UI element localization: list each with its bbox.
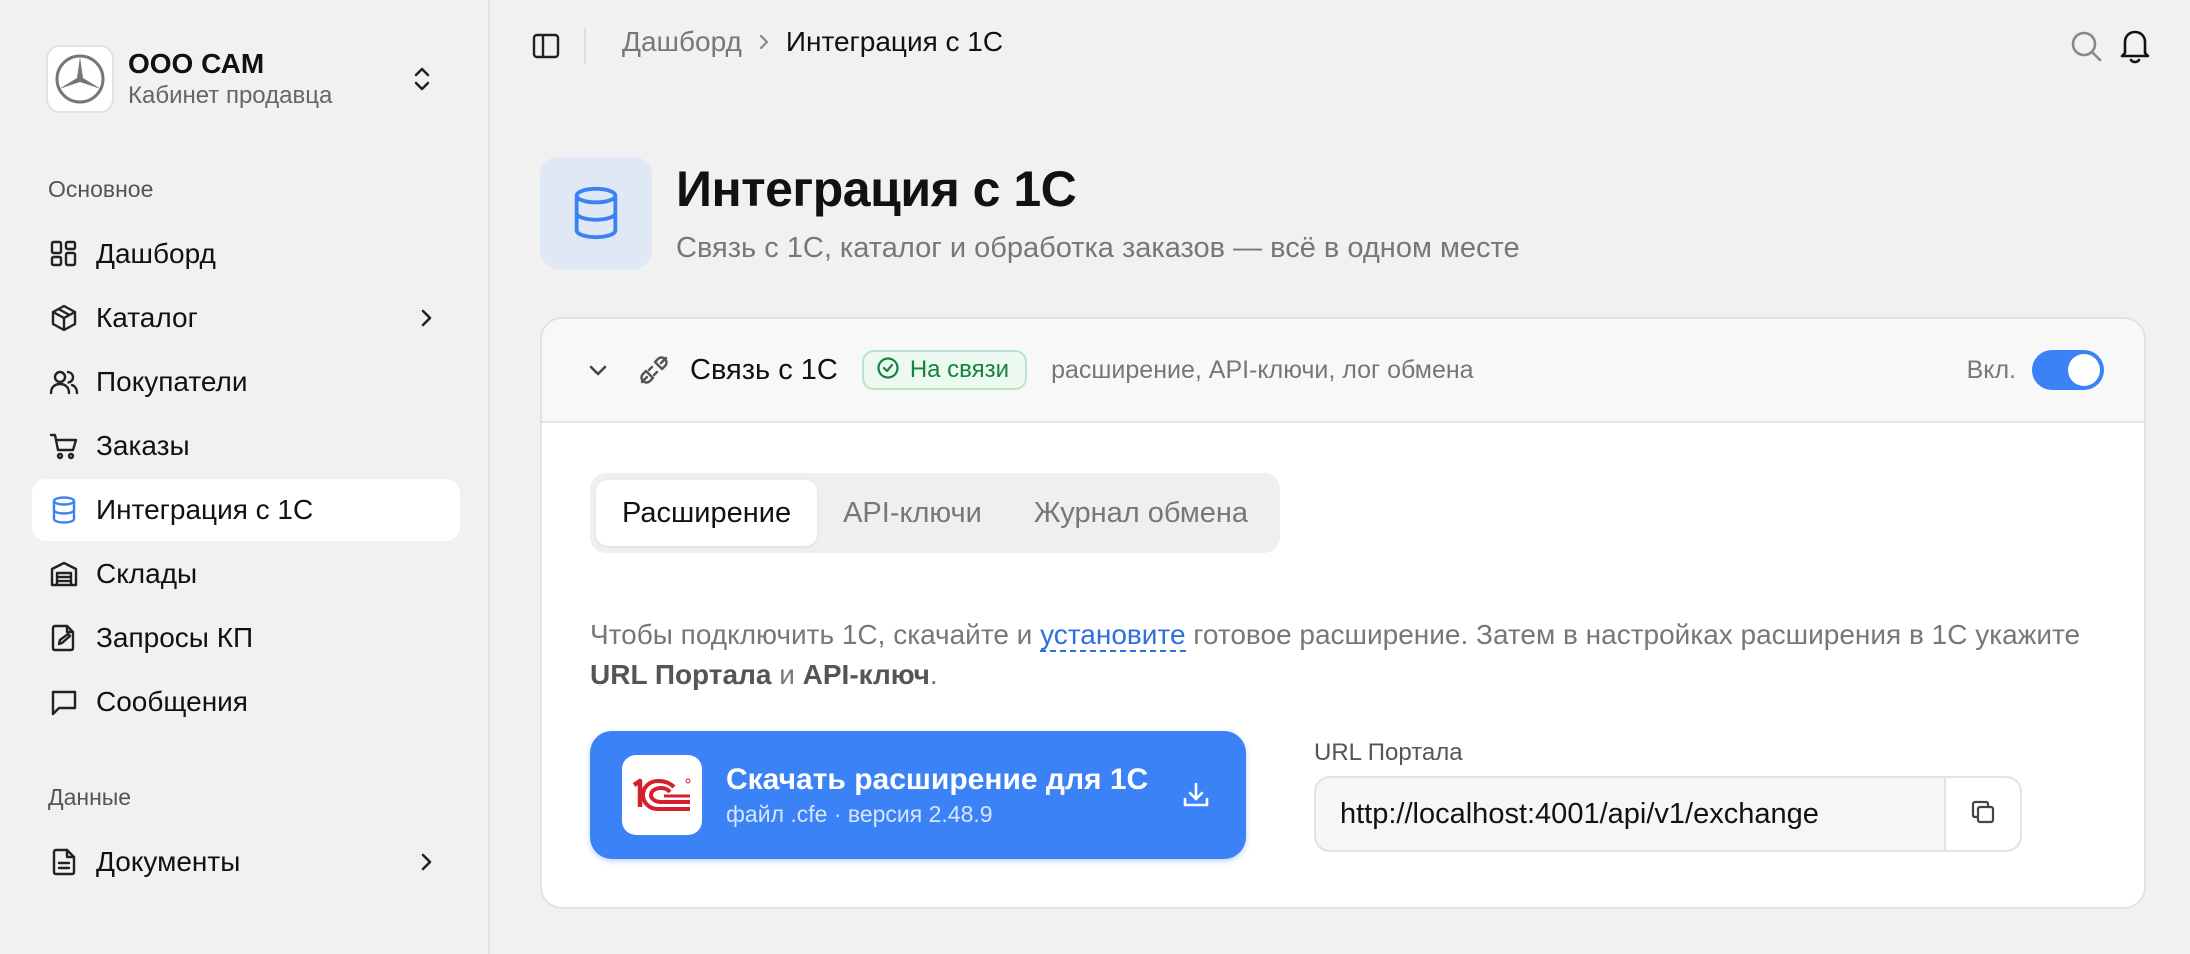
sidebar-item-label: Каталог — [96, 302, 198, 333]
document-icon — [48, 846, 80, 878]
sidebar-item-label: Покупатели — [96, 366, 248, 397]
sidebar-toggle-icon[interactable] — [528, 28, 564, 64]
sidebar: ООО САМ Кабинет продавца Основное Дашбор… — [0, 0, 490, 954]
onec-logo-icon — [622, 755, 702, 835]
sidebar-item-label: Документы — [96, 846, 241, 877]
instructions-bold: URL Портала — [590, 659, 772, 690]
instructions-text: Чтобы подключить 1С, скачайте и установи… — [590, 615, 2110, 695]
check-circle-icon — [876, 356, 900, 385]
toggle-knob — [2068, 354, 2100, 386]
page-database-icon — [540, 157, 652, 269]
url-label: URL Портала — [1314, 739, 1463, 766]
topbar-divider — [584, 28, 586, 64]
warehouse-icon — [48, 558, 80, 590]
download-icon — [1176, 775, 1216, 815]
company-subtitle: Кабинет продавца — [128, 82, 333, 109]
card-description: расширение, API-ключи, лог обмена — [1051, 355, 1474, 384]
card-header[interactable]: Связь с 1С На связи расширение, API-ключ… — [542, 319, 2144, 423]
chevron-right-icon — [410, 302, 442, 334]
sidebar-item-integration-1c[interactable]: Интеграция с 1С — [32, 479, 460, 541]
copy-icon — [1969, 798, 1997, 831]
instructions-part: Чтобы подключить 1С, скачайте и — [590, 619, 1041, 650]
instructions-part: . — [929, 659, 938, 690]
card-title: Связь с 1С — [690, 353, 838, 386]
chevron-right-icon — [410, 846, 442, 878]
copy-url-button[interactable] — [1944, 776, 2022, 852]
enable-toggle[interactable] — [2032, 350, 2104, 390]
sidebar-item-dashboard[interactable]: Дашборд — [32, 223, 460, 285]
download-subtitle: файл .cfe · версия 2.48.9 — [726, 801, 993, 827]
status-text: На связи — [909, 356, 1010, 383]
sidebar-item-label: Запросы КП — [96, 622, 254, 653]
chevron-right-icon — [756, 32, 772, 52]
tab-exchange-log[interactable]: Журнал обмена — [1008, 480, 1274, 546]
sidebar-item-label: Заказы — [96, 430, 190, 461]
org-switcher[interactable]: ООО САМ Кабинет продавца — [46, 42, 456, 116]
instructions-part: и — [771, 659, 803, 690]
switch-label: Вкл. — [1966, 355, 2016, 384]
sidebar-item-orders[interactable]: Заказы — [32, 415, 460, 477]
topbar: Дашборд Интеграция с 1С — [492, 0, 2190, 92]
portal-url-field[interactable]: http://localhost:4001/api/v1/exchange — [1314, 776, 1946, 852]
search-icon[interactable] — [2066, 26, 2106, 66]
dashboard-icon — [48, 238, 80, 270]
status-badge: На связи — [861, 350, 1028, 390]
tab-list: Расширение API-ключи Журнал обмена — [590, 473, 1281, 553]
users-icon — [48, 366, 80, 398]
plug-icon — [636, 352, 672, 388]
chevron-down-icon[interactable] — [580, 352, 616, 388]
instructions-bold: API-ключ — [802, 659, 930, 690]
sidebar-item-documents[interactable]: Документы — [32, 831, 460, 893]
page-subtitle: Связь с 1С, каталог и обработка заказов … — [676, 232, 1520, 264]
file-edit-icon — [48, 622, 80, 654]
sidebar-item-messages[interactable]: Сообщения — [32, 671, 460, 733]
download-title: Скачать расширение для 1С — [726, 763, 1149, 796]
sidebar-item-customers[interactable]: Покупатели — [32, 351, 460, 413]
page-title: Интеграция с 1С — [676, 161, 1077, 217]
tab-api-keys[interactable]: API-ключи — [817, 480, 1008, 546]
integration-card: Связь с 1С На связи расширение, API-ключ… — [540, 317, 2146, 909]
instructions-part: готовое расширение. Затем в настройках р… — [1185, 619, 2081, 650]
bell-icon[interactable] — [2114, 24, 2156, 66]
install-link[interactable]: установите — [1040, 619, 1186, 652]
download-extension-button[interactable]: Скачать расширение для 1С файл .cfe · ве… — [590, 731, 1246, 859]
database-icon — [48, 494, 80, 526]
breadcrumb-link-dashboard[interactable]: Дашборд — [622, 26, 742, 58]
message-icon — [48, 686, 80, 718]
breadcrumb: Дашборд Интеграция с 1С — [622, 26, 1003, 58]
breadcrumb-current: Интеграция с 1С — [785, 26, 1004, 57]
cart-icon — [48, 430, 80, 462]
chevrons-up-down-icon — [402, 59, 442, 99]
sidebar-item-label: Интеграция с 1С — [96, 494, 314, 525]
sidebar-item-warehouses[interactable]: Склады — [32, 543, 460, 605]
section-label-main: Основное — [48, 176, 154, 202]
sidebar-item-label: Сообщения — [96, 686, 248, 717]
company-logo — [46, 45, 114, 113]
box-icon — [48, 302, 80, 334]
sidebar-item-catalog[interactable]: Каталог — [32, 287, 460, 349]
sidebar-item-quote-requests[interactable]: Запросы КП — [32, 607, 460, 669]
tab-extension[interactable]: Расширение — [596, 480, 818, 546]
sidebar-item-label: Склады — [96, 558, 198, 589]
sidebar-item-label: Дашборд — [96, 238, 216, 269]
section-label-data: Данные — [48, 784, 132, 810]
company-name: ООО САМ — [128, 48, 265, 79]
